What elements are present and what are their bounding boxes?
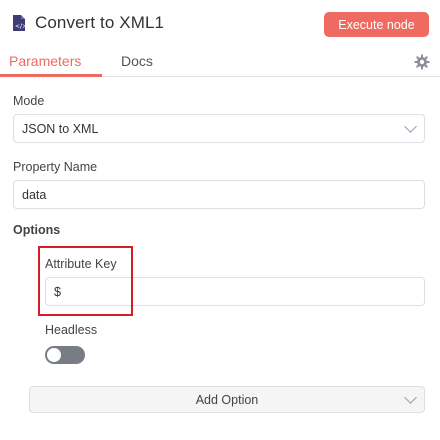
mode-label: Mode <box>13 94 45 108</box>
headless-toggle[interactable] <box>45 346 85 364</box>
chevron-down-icon <box>404 390 417 404</box>
property-name-label: Property Name <box>13 160 98 174</box>
tab-parameters[interactable]: Parameters <box>9 53 81 69</box>
node-title: Convert to XML1 <box>35 13 165 32</box>
headless-label: Headless <box>45 323 98 337</box>
add-option-label: Add Option <box>195 392 259 407</box>
mode-value: JSON to XML <box>22 121 99 136</box>
highlight-box <box>38 246 133 316</box>
toggle-knob <box>47 348 61 362</box>
property-name-input[interactable]: data <box>13 180 425 209</box>
active-tab-indicator <box>0 74 102 77</box>
tab-bar: Parameters Docs <box>0 48 440 77</box>
add-option-dropdown[interactable]: Add Option <box>29 386 425 413</box>
property-name-value: data <box>22 187 47 202</box>
svg-text:</>: </> <box>15 23 26 30</box>
mode-select[interactable]: JSON to XML <box>13 114 425 143</box>
node-header: </> Convert to XML1 Execute node <box>0 0 440 50</box>
chevron-down-icon <box>404 119 417 133</box>
options-heading: Options <box>13 223 61 237</box>
execute-node-button[interactable]: Execute node <box>324 12 429 37</box>
gear-icon[interactable] <box>414 54 430 70</box>
tab-docs[interactable]: Docs <box>121 53 153 69</box>
xml-file-icon: </> <box>13 15 26 31</box>
